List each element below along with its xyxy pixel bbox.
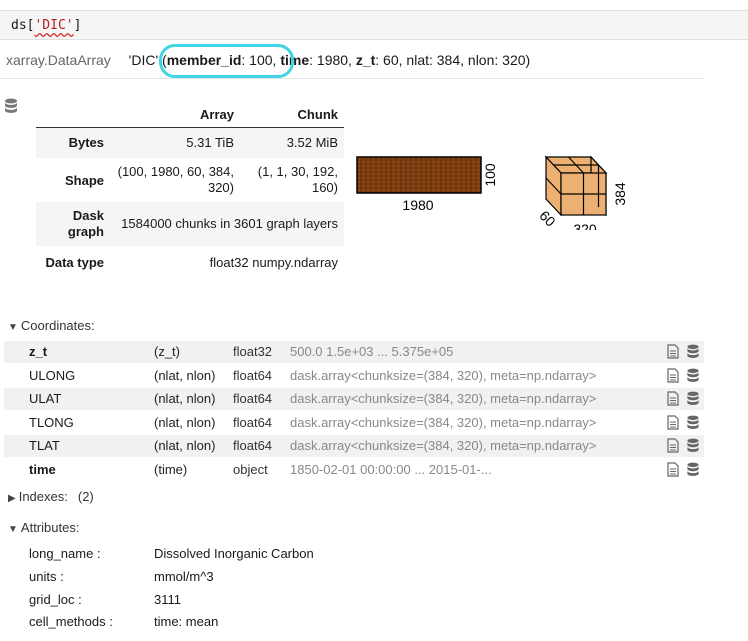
coord-name: z_t (29, 344, 48, 359)
coord-preview[interactable]: dask.array<chunksize=(384, 320), meta=np… (290, 415, 596, 430)
coord-preview[interactable]: dask.array<chunksize=(384, 320), meta=np… (290, 391, 596, 406)
coord-dtype: float32 (233, 344, 273, 359)
database-icon[interactable] (686, 391, 700, 406)
row-shape: Shape (100, 1980, 60, 384, 320) (1, 1, 3… (64, 164, 338, 195)
coord-preview[interactable]: dask.array<chunksize=(384, 320), meta=np… (290, 368, 596, 383)
database-icon[interactable] (686, 344, 700, 359)
attribute-key: long_name : (29, 546, 101, 561)
bar-side-label: 100 (482, 163, 498, 187)
database-icon[interactable] (686, 415, 700, 430)
object-type: xarray.DataArray (6, 52, 111, 68)
coord-dims: (time) (154, 462, 188, 477)
coordinate-row[interactable]: TLAT (nlat, nlon) float64 dask.array<chunks… (4, 435, 704, 457)
row-dask-graph: Dask graph 1584000 chunks in 3601 graph … (36, 202, 344, 246)
coord-name: TLAT (29, 438, 60, 453)
dims-rest: nlat: 384, nlon: 320) (406, 52, 531, 68)
coord-dims: (z_t) (154, 344, 180, 359)
file-text-icon[interactable] (666, 438, 680, 453)
coordinate-row[interactable]: z_t (z_t) float32 500.0 1.5e+03 ... 5.375e+… (4, 341, 704, 363)
database-icon[interactable] (4, 98, 18, 119)
collapsed-arrow-icon: ▶ (8, 493, 16, 504)
coordinate-row[interactable]: time (time) object 1850-02-01 00:00:00 ... … (4, 459, 704, 481)
coord-dims: (nlat, nlon) (154, 438, 216, 453)
coord-name: ULAT (29, 391, 62, 406)
attributes-section-toggle[interactable]: ▼ Attributes: (8, 520, 79, 535)
attribute-value: time: mean (154, 614, 219, 629)
coord-name: time (29, 462, 56, 477)
col-array: Array (110, 103, 240, 128)
database-icon[interactable] (686, 462, 700, 477)
coord-dims: (nlat, nlon) (154, 415, 216, 430)
file-text-icon[interactable] (666, 462, 680, 477)
file-text-icon[interactable] (666, 391, 680, 406)
chunk-cube (544, 155, 608, 217)
file-text-icon[interactable] (666, 415, 680, 430)
code-cell[interactable]: ds['DIC'] (0, 10, 748, 40)
row-data-type: Data type float32 numpy.ndarray (45, 254, 338, 270)
coord-dtype: float64 (233, 438, 273, 453)
row-bytes: Bytes 5.31 TiB 3.52 MiB (36, 127, 344, 158)
expanded-arrow-icon: ▼ (8, 524, 18, 535)
attribute-value: Dissolved Inorganic Carbon (154, 546, 314, 561)
cube-width-label: 320 (573, 221, 597, 230)
coord-dtype: object (233, 462, 268, 477)
coord-preview[interactable]: dask.array<chunksize=(384, 320), meta=np… (290, 438, 596, 453)
dask-chunk-diagram: 1980 100 384 60 320 (356, 155, 628, 230)
bar-length-label: 1980 (402, 197, 433, 213)
indexes-section-toggle[interactable]: ▶ Indexes: (2) (8, 489, 94, 504)
time-bar (356, 156, 482, 194)
dim-z-t: z_t: 60, (355, 52, 407, 68)
database-icon[interactable] (686, 438, 700, 453)
dask-array-table: Array Chunk Bytes 5.31 TiB 3.52 MiB Shap… (36, 103, 344, 278)
array-name: 'DIC' (128, 52, 159, 68)
coord-name: TLONG (29, 415, 74, 430)
coord-dtype: float64 (233, 391, 273, 406)
coordinate-row[interactable]: ULONG (nlat, nlon) float64 dask.array<chunk… (4, 365, 704, 387)
coordinate-row[interactable]: TLONG (nlat, nlon) float64 dask.array<chunk… (4, 412, 704, 434)
coord-dtype: float64 (233, 415, 273, 430)
col-chunk: Chunk (240, 103, 344, 128)
file-text-icon[interactable] (666, 368, 680, 383)
attribute-key: grid_loc : (29, 592, 82, 607)
coord-name: ULONG (29, 368, 76, 383)
attribute-key: cell_methods : (29, 614, 113, 629)
coordinates-section-toggle[interactable]: ▼ Coordinates: (8, 318, 95, 333)
file-text-icon[interactable] (666, 344, 680, 359)
header-divider (0, 78, 704, 79)
attribute-value: mmol/m^3 (154, 569, 214, 584)
coord-preview[interactable]: 1850-02-01 00:00:00 ... 2015-01-... (290, 462, 492, 477)
expanded-arrow-icon: ▼ (8, 322, 18, 333)
code-text: ds['DIC'] (11, 18, 82, 33)
cube-depth-label: 60 (536, 207, 558, 229)
coord-dims: (nlat, nlon) (154, 368, 216, 383)
cube-height-label: 384 (612, 182, 628, 206)
coord-preview[interactable]: 500.0 1.5e+03 ... 5.375e+05 (290, 344, 453, 359)
attribute-key: units : (29, 569, 64, 584)
coord-dtype: float64 (233, 368, 273, 383)
database-icon[interactable] (686, 368, 700, 383)
attribute-value: 3111 (154, 592, 181, 607)
coord-dims: (nlat, nlon) (154, 391, 216, 406)
coordinate-row[interactable]: ULAT (nlat, nlon) float64 dask.array<chunks… (4, 388, 704, 410)
annotation-highlight (159, 44, 294, 78)
